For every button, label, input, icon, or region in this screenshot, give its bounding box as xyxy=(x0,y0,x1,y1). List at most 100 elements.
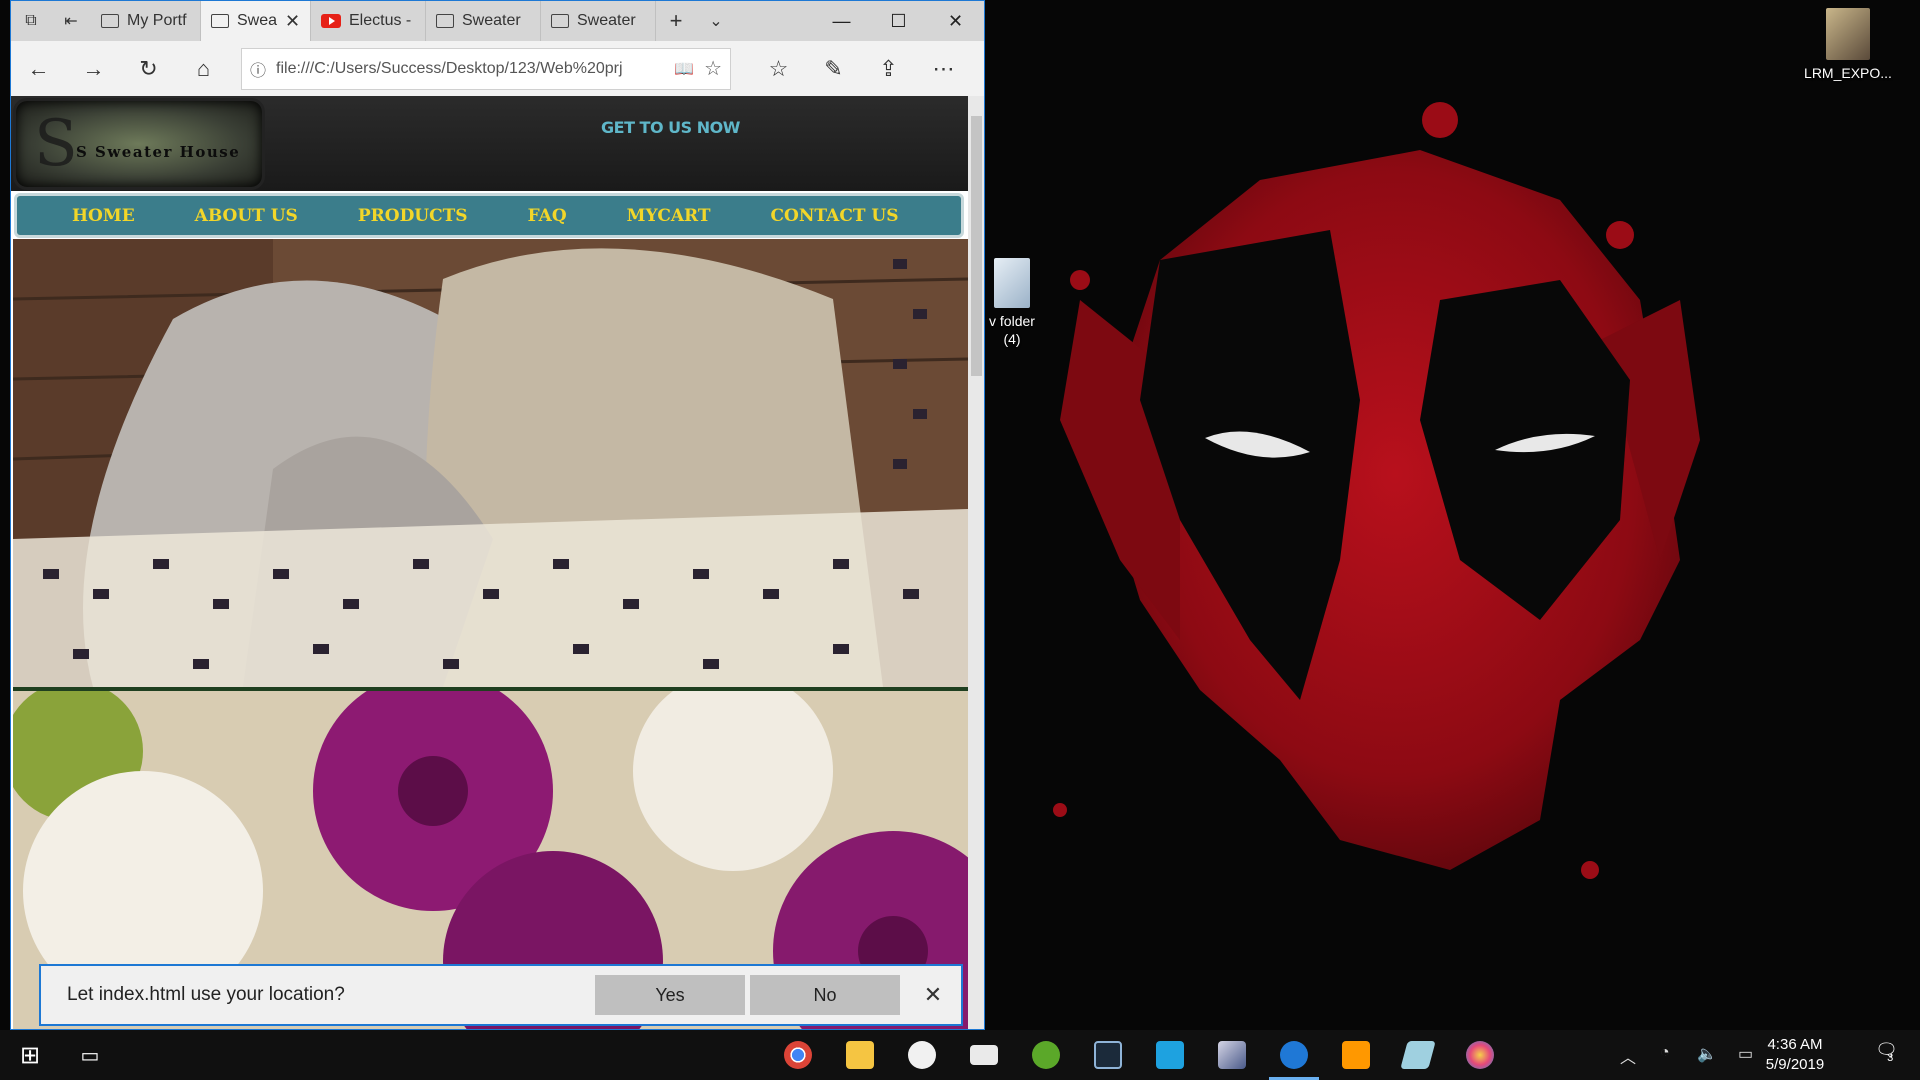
desktop-icon-label: v folder xyxy=(989,313,1035,329)
vertical-scrollbar[interactable] xyxy=(968,96,984,1029)
volume-icon[interactable]: 🔈 xyxy=(1697,1044,1717,1064)
taskbar-itunes[interactable] xyxy=(897,1035,947,1075)
mail-icon xyxy=(970,1045,998,1065)
menu-mycart[interactable]: MYCART xyxy=(627,206,711,226)
page-viewport: S S Sweater House GET TO US NOW HOME ABO… xyxy=(11,96,968,1029)
menu-contact-us[interactable]: CONTACT US xyxy=(771,206,899,226)
scrollbar-thumb[interactable] xyxy=(971,116,982,376)
tab-electus[interactable]: Electus - xyxy=(311,1,426,41)
favorites-list-icon: ☆ xyxy=(768,55,789,81)
itunes-icon xyxy=(908,1041,936,1069)
youtube-icon xyxy=(321,14,341,28)
deny-location-button[interactable]: No xyxy=(750,975,900,1015)
utorrent-icon xyxy=(1032,1041,1060,1069)
show-hidden-icons-chevron-up-icon[interactable]: ︿ xyxy=(1620,1044,1636,1068)
page-icon xyxy=(551,14,569,28)
tab-title: Sweater xyxy=(462,12,521,29)
back-button[interactable]: ← xyxy=(11,41,66,96)
home-button[interactable]: ⌂ xyxy=(176,41,231,96)
lightroom-icon xyxy=(1094,1041,1122,1069)
arrow-left-icon: ← xyxy=(27,55,50,81)
taskbar-paint[interactable] xyxy=(1455,1035,1505,1075)
new-tab-button[interactable]: + xyxy=(656,1,696,41)
set-aside-tabs-button[interactable]: ⇤ xyxy=(51,1,91,41)
taskbar-notes[interactable] xyxy=(1393,1035,1443,1075)
plus-icon: + xyxy=(669,8,683,33)
location-permission-bar: Let index.html use your location? Yes No… xyxy=(39,964,963,1026)
app-icon xyxy=(1156,1041,1184,1069)
tab-title: Sweater xyxy=(577,12,636,29)
navigation-bar: ← → ↻ ⌂ ⓘ file:///C:/Users/Success/Deskt… xyxy=(11,41,984,96)
sublime-text-icon xyxy=(1342,1041,1370,1069)
logo-monogram: S xyxy=(34,107,78,181)
desktop-icon-lrm-export[interactable]: LRM_EXPO... xyxy=(1803,8,1893,82)
hero-image-knit-hats xyxy=(13,239,968,687)
system-clock[interactable]: 4:36 AM 5/9/2019 xyxy=(1750,1035,1840,1075)
taskbar-mail[interactable] xyxy=(959,1035,1009,1075)
maximize-button[interactable]: ☐ xyxy=(870,1,927,41)
tab-list-button[interactable]: ⌄ xyxy=(696,1,736,41)
notification-count: 3 xyxy=(1887,1052,1894,1064)
address-url[interactable]: file:///C:/Users/Success/Desktop/123/Web… xyxy=(276,60,664,78)
clock-time: 4:36 AM xyxy=(1767,1036,1823,1053)
refresh-button[interactable]: ↻ xyxy=(121,41,176,96)
minimize-button[interactable]: — xyxy=(813,1,870,41)
tab-preview-button[interactable]: ⧉ xyxy=(11,1,51,41)
close-window-button[interactable]: ✕ xyxy=(927,1,984,41)
site-logo[interactable]: S S Sweater House xyxy=(13,98,265,190)
taskbar-game[interactable] xyxy=(1207,1035,1257,1075)
close-tab-icon[interactable]: ✕ xyxy=(285,11,300,32)
menu-home[interactable]: HOME xyxy=(72,206,135,226)
share-icon: ⇪ xyxy=(879,55,898,81)
notes-button[interactable]: ✎ xyxy=(806,41,861,96)
arrow-right-icon: → xyxy=(82,55,105,81)
tab-sweater-2[interactable]: Sweater xyxy=(426,1,541,41)
more-button[interactable]: ⋯ xyxy=(916,41,971,96)
site-tagline: GET TO US NOW xyxy=(601,118,740,137)
site-menu: HOME ABOUT US PRODUCTS FAQ MYCART CONTAC… xyxy=(14,193,964,238)
start-button[interactable]: ⊞ xyxy=(5,1035,55,1075)
taskbar-utorrent[interactable] xyxy=(1021,1035,1071,1075)
taskbar-edge[interactable] xyxy=(1269,1035,1319,1080)
favorite-star-icon[interactable]: ☆ xyxy=(704,56,722,81)
tab-sweater-active[interactable]: Swea ✕ xyxy=(201,1,311,41)
tab-my-portfolio[interactable]: My Portf xyxy=(91,1,201,41)
tab-title: Swea xyxy=(237,12,278,29)
address-bar[interactable]: ⓘ file:///C:/Users/Success/Desktop/123/W… xyxy=(241,47,731,90)
tab-bar: ⧉ ⇤ My Portf Swea ✕ Electus - Sweater Sw… xyxy=(11,1,984,41)
menu-faq[interactable]: FAQ xyxy=(528,206,567,226)
paint-icon xyxy=(1466,1041,1494,1069)
chrome-icon xyxy=(784,1041,812,1069)
game-icon xyxy=(1218,1041,1246,1069)
more-dots-icon: ⋯ xyxy=(932,55,955,81)
folder-icon xyxy=(994,258,1030,308)
task-view-button[interactable]: ▭ xyxy=(65,1035,115,1075)
browser-window: ⧉ ⇤ My Portf Swea ✕ Electus - Sweater Sw… xyxy=(10,0,985,1030)
taskbar-sublime-text[interactable] xyxy=(1331,1035,1381,1075)
action-center-button[interactable]: 🗨 3 xyxy=(1875,1040,1898,1064)
close-permission-icon[interactable]: ✕ xyxy=(905,982,961,1008)
notes-icon xyxy=(1400,1041,1436,1069)
taskbar-file-explorer[interactable] xyxy=(835,1035,885,1075)
taskbar-lightroom[interactable] xyxy=(1083,1035,1133,1075)
taskbar-chrome[interactable] xyxy=(773,1035,823,1075)
tab-sweater-3[interactable]: Sweater xyxy=(541,1,656,41)
home-icon: ⌂ xyxy=(196,55,211,81)
windows-stack-icon: ⧉ xyxy=(25,12,37,29)
reading-view-icon[interactable]: 📖 xyxy=(674,59,694,79)
menu-products[interactable]: PRODUCTS xyxy=(358,206,468,226)
logo-text: S Sweater House xyxy=(76,143,241,161)
menu-about-us[interactable]: ABOUT US xyxy=(195,206,298,226)
forward-button[interactable]: → xyxy=(66,41,121,96)
share-button[interactable]: ⇪ xyxy=(861,41,916,96)
page-icon xyxy=(436,14,454,28)
page-icon xyxy=(211,14,229,28)
file-explorer-icon xyxy=(846,1041,874,1069)
taskbar-app[interactable] xyxy=(1145,1035,1195,1075)
wifi-icon[interactable]: ◔ xyxy=(1660,1044,1670,1062)
task-view-icon: ▭ xyxy=(80,1044,100,1067)
permission-message: Let index.html use your location? xyxy=(67,984,345,1005)
allow-location-button[interactable]: Yes xyxy=(595,975,745,1015)
favorites-button[interactable]: ☆ xyxy=(751,41,806,96)
edge-icon xyxy=(1280,1041,1308,1069)
